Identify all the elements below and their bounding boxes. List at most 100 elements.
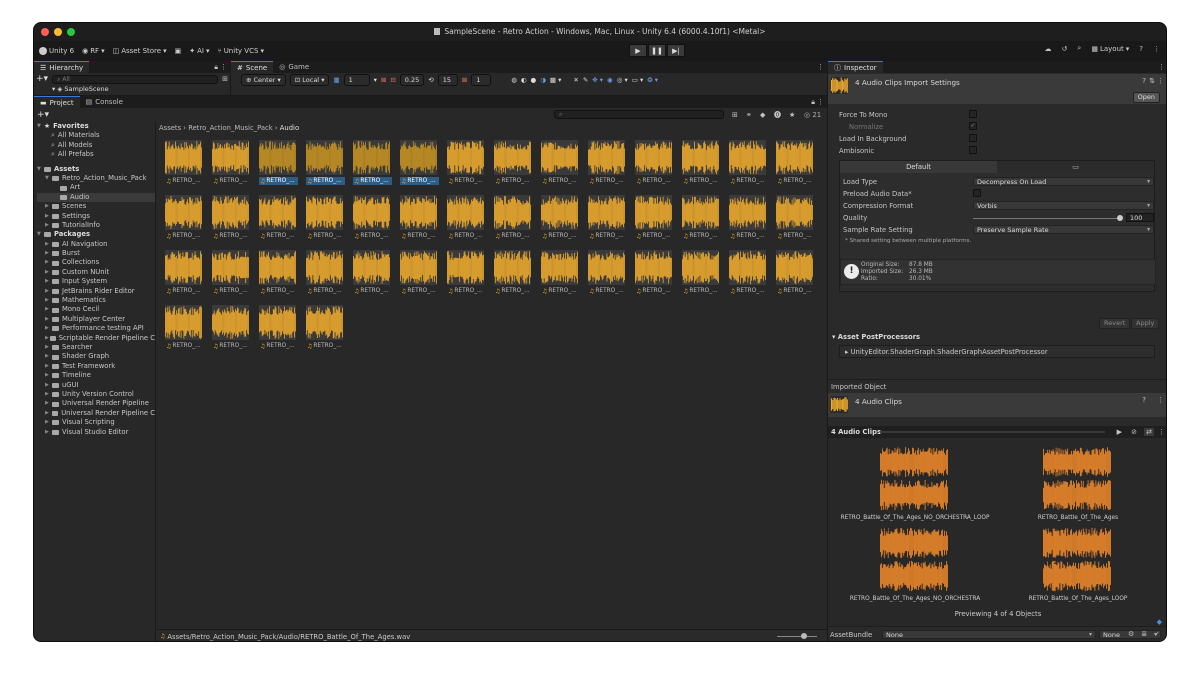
package-item[interactable]: ▶ Unity Version Control: [37, 390, 155, 399]
chevron-right-icon[interactable]: ▶: [45, 249, 52, 258]
audio-thumbnail[interactable]: [165, 305, 202, 340]
grid-snap-icon[interactable]: ▦: [333, 76, 339, 84]
compression-dropdown[interactable]: Vorbis: [973, 201, 1154, 210]
audio-thumbnail[interactable]: [776, 195, 813, 230]
chevron-right-icon[interactable]: ▶: [45, 315, 52, 324]
tab-game[interactable]: ◎ Game: [273, 61, 316, 73]
chevron-right-icon[interactable]: ▶: [45, 362, 52, 371]
audio-thumbnail[interactable]: [212, 195, 249, 230]
cloud-icon[interactable]: ☁: [1045, 45, 1052, 53]
audio-thumbnail[interactable]: [212, 140, 249, 175]
audio-asset-item[interactable]: ♫ RETRO_...: [729, 140, 768, 195]
audio-thumbnail[interactable]: [212, 305, 249, 340]
ambisonic-checkbox[interactable]: [969, 146, 977, 154]
breadcrumb-pack[interactable]: Retro_Action_Music_Pack: [188, 124, 273, 132]
hierarchy-search-input[interactable]: ⌕ All: [52, 74, 219, 84]
clip-preview[interactable]: ch 1 ch 2: [1043, 527, 1111, 593]
breadcrumb-audio[interactable]: Audio: [280, 124, 299, 132]
audio-thumbnail[interactable]: [776, 250, 813, 285]
audio-asset-item[interactable]: ♫ RETRO_...: [353, 250, 392, 305]
quality-field[interactable]: 100: [1126, 213, 1154, 222]
preload-checkbox[interactable]: [973, 189, 981, 197]
tab-scene[interactable]: # Scene: [231, 61, 274, 73]
add-object-button[interactable]: +▾: [36, 74, 48, 84]
audio-asset-item[interactable]: ♫ RETRO_...: [306, 305, 345, 360]
audio-asset-item[interactable]: ♫ RETRO_...: [447, 140, 486, 195]
chevron-right-icon[interactable]: ▶: [45, 324, 52, 333]
chevron-right-icon[interactable]: ▶: [45, 258, 52, 267]
folder-tree-item[interactable]: Art: [37, 183, 155, 192]
rotate-snap-icon[interactable]: ⟲: [428, 76, 433, 84]
audio-thumbnail[interactable]: [635, 250, 672, 285]
audio-asset-item[interactable]: ♫ RETRO_...: [635, 250, 674, 305]
breadcrumb-assets[interactable]: Assets: [159, 124, 181, 132]
assets-row[interactable]: ▼ Assets: [37, 165, 155, 174]
audio-thumbnail[interactable]: [541, 195, 578, 230]
preview-play-icon[interactable]: ▶: [1117, 428, 1122, 436]
step-button[interactable]: ▶|: [667, 44, 685, 57]
chevron-right-icon[interactable]: ▶: [45, 418, 52, 427]
package-item[interactable]: ▶ Shader Graph: [37, 352, 155, 361]
audio-thumbnail[interactable]: [259, 250, 296, 285]
history-icon[interactable]: ↺: [1062, 45, 1068, 53]
folder-tree-item[interactable]: ▶ Scenes: [37, 202, 155, 211]
label-icon[interactable]: ◆: [760, 111, 765, 119]
chevron-right-icon[interactable]: ▶: [45, 390, 52, 399]
audio-thumbnail[interactable]: [588, 250, 625, 285]
package-item[interactable]: ▶ Timeline: [37, 371, 155, 380]
audio-asset-item[interactable]: ♫ RETRO_...: [541, 250, 580, 305]
layout-dropdown[interactable]: ▦ Layout ▾: [1091, 45, 1129, 53]
package-item[interactable]: ▶ Universal Render Pipeline C: [37, 409, 155, 418]
audio-asset-item[interactable]: ♫ RETRO_...: [259, 195, 298, 250]
audio-thumbnail[interactable]: [306, 305, 343, 340]
package-item[interactable]: ▶ Burst: [37, 249, 155, 258]
package-item[interactable]: ▶ Mathematics: [37, 296, 155, 305]
audio-asset-item[interactable]: ♫ RETRO_...: [212, 305, 251, 360]
more-options-icon[interactable]: ⋮: [817, 63, 824, 71]
audio-asset-item[interactable]: ♫ RETRO_...: [165, 140, 204, 195]
chevron-right-icon[interactable]: ▶: [45, 277, 52, 286]
package-item[interactable]: ▶ Searcher: [37, 343, 155, 352]
postprocessors-header[interactable]: ▾ Asset PostProcessors: [832, 333, 920, 341]
more-options-icon[interactable]: ⋮: [1157, 396, 1164, 404]
audio-asset-item[interactable]: ♫ RETRO_...: [494, 250, 533, 305]
gizmos-icon[interactable]: ❂ ▾: [647, 76, 658, 84]
chevron-right-icon[interactable]: ▶: [45, 268, 52, 277]
tab-inspector[interactable]: ⓘ Inspector: [828, 61, 883, 73]
audio-asset-item[interactable]: ♫ RETRO_...: [776, 140, 815, 195]
audio-thumbnail[interactable]: [447, 195, 484, 230]
debug-icon[interactable]: ⚙: [1128, 630, 1134, 638]
quality-slider[interactable]: [973, 215, 1123, 221]
audio-asset-item[interactable]: ♫ RETRO_...: [400, 195, 439, 250]
more-options-icon[interactable]: ⋮: [1158, 63, 1165, 71]
filter-icon[interactable]: ⊞: [222, 75, 228, 83]
sample-rate-dropdown[interactable]: Preserve Sample Rate: [973, 225, 1154, 234]
snap-increment-icon[interactable]: ⊟: [390, 76, 395, 84]
tab-project[interactable]: ▬ Project: [34, 96, 80, 108]
space-dropdown[interactable]: ⊡ Local ▾: [289, 73, 330, 86]
ai-button[interactable]: ✦ AI ▾: [189, 47, 209, 55]
audio-thumbnail[interactable]: [776, 140, 813, 175]
loop-icon[interactable]: ⇄: [1144, 428, 1154, 436]
audio-asset-item[interactable]: ♫ RETRO_...: [776, 250, 815, 305]
audio-asset-item[interactable]: ♫ RETRO_...: [541, 140, 580, 195]
search-by-type-icon[interactable]: ⊞: [732, 111, 738, 119]
increment-snap-icon[interactable]: ⊠: [381, 76, 386, 84]
audio-thumbnail[interactable]: [588, 195, 625, 230]
hidden-packages-count[interactable]: ◎ 21: [804, 111, 821, 119]
audio-asset-item[interactable]: ♫ RETRO_...: [353, 140, 392, 195]
scale-value-field[interactable]: 1: [471, 73, 492, 86]
search-by-label-icon[interactable]: ⚭: [746, 111, 752, 119]
chevron-right-icon[interactable]: ▶: [45, 212, 52, 221]
audio-asset-item[interactable]: ♫ RETRO_...: [306, 250, 345, 305]
audio-thumbnail[interactable]: [541, 250, 578, 285]
audio-asset-item[interactable]: ♫ RETRO_...: [165, 195, 204, 250]
account-dropdown[interactable]: ◉ RF ▾: [82, 47, 105, 55]
open-button[interactable]: Open: [1132, 92, 1160, 103]
audio-asset-item[interactable]: ♫ RETRO_...: [682, 195, 721, 250]
audio-thumbnail[interactable]: [353, 140, 390, 175]
favorites-row[interactable]: ▼ ★ Favorites: [37, 122, 155, 131]
audio-asset-item[interactable]: ♫ RETRO_...: [353, 195, 392, 250]
layers-icon[interactable]: ◎ ▾: [617, 76, 628, 84]
chevron-right-icon[interactable]: ▶: [45, 371, 52, 380]
